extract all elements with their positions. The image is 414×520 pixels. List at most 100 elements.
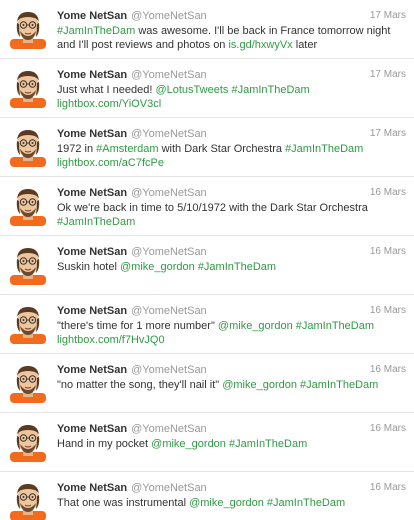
- tweet-header: Yome NetSan @YomeNetSan 16 Mars: [57, 304, 406, 318]
- tweet-text: #JamInTheDam was awesome. I'll be back i…: [57, 24, 406, 52]
- mii-avatar-icon: [10, 366, 46, 403]
- author-name[interactable]: Yome NetSan: [57, 187, 127, 199]
- url-link[interactable]: lightbox.com/YiOV3cl: [57, 98, 161, 110]
- tweet-item[interactable]: Yome NetSan @YomeNetSan 17 Mars Just what I…: [0, 58, 414, 116]
- author-handle[interactable]: @YomeNetSan: [131, 423, 207, 435]
- tweet-item[interactable]: Yome NetSan @YomeNetSan 16 Mars That one wa…: [0, 471, 414, 520]
- tweet-item[interactable]: Yome NetSan @YomeNetSan 16 Mars "no matter …: [0, 353, 414, 411]
- author-name[interactable]: Yome NetSan: [57, 10, 127, 22]
- author-name[interactable]: Yome NetSan: [57, 305, 127, 317]
- hashtag-link[interactable]: #JamInTheDam: [296, 320, 374, 332]
- hashtag-link[interactable]: #JamInTheDam: [229, 438, 307, 450]
- tweet-header: Yome NetSan @YomeNetSan 17 Mars: [57, 68, 406, 82]
- tweet-text: Hand in my pocket @mike_gordon #JamInThe…: [57, 437, 406, 451]
- tweet-header: Yome NetSan @YomeNetSan 16 Mars: [57, 186, 406, 200]
- mii-avatar-icon: [10, 189, 46, 226]
- avatar[interactable]: [10, 68, 46, 108]
- author-handle[interactable]: @YomeNetSan: [131, 482, 207, 494]
- author-name[interactable]: Yome NetSan: [57, 69, 127, 81]
- hashtag-link[interactable]: #JamInTheDam: [231, 84, 309, 96]
- tweet-text-segment: with Dark Star Orchestra: [158, 143, 286, 155]
- tweet-text: Just what I needed! @LotusTweets #JamInT…: [57, 83, 406, 111]
- tweet-item[interactable]: Yome NetSan @YomeNetSan 16 Mars "there's ti…: [0, 294, 414, 352]
- tweet-text-segment: "there's time for 1 more number": [57, 320, 218, 332]
- tweet-item[interactable]: Yome NetSan @YomeNetSan 17 Mars 1972 in #Am…: [0, 117, 414, 175]
- tweet-text: "no matter the song, they'll nail it" @m…: [57, 378, 406, 392]
- mii-avatar-icon: [10, 484, 46, 520]
- author-handle[interactable]: @YomeNetSan: [131, 10, 207, 22]
- author-name[interactable]: Yome NetSan: [57, 246, 127, 258]
- url-link[interactable]: lightbox.com/f7HvJQ0: [57, 334, 165, 346]
- author-name[interactable]: Yome NetSan: [57, 482, 127, 494]
- hashtag-link[interactable]: #JamInTheDam: [57, 216, 135, 228]
- mii-avatar-icon: [10, 12, 46, 49]
- mention-link[interactable]: @mike_gordon: [151, 438, 226, 450]
- avatar[interactable]: [10, 363, 46, 403]
- tweet-text: Ok we're back in time to 5/10/1972 with …: [57, 201, 406, 229]
- author-handle[interactable]: @YomeNetSan: [131, 69, 207, 81]
- avatar[interactable]: [10, 481, 46, 520]
- avatar[interactable]: [10, 9, 46, 49]
- mii-avatar-icon: [10, 71, 46, 108]
- tweet-text-segment: 1972 in: [57, 143, 97, 155]
- mii-avatar-icon: [10, 307, 46, 344]
- tweet-date[interactable]: 17 Mars: [370, 127, 406, 141]
- tweet-date[interactable]: 17 Mars: [370, 9, 406, 23]
- tweet-header: Yome NetSan @YomeNetSan 17 Mars: [57, 9, 406, 23]
- tweet-text-segment: Just what I needed!: [57, 84, 156, 96]
- mii-avatar-icon: [10, 248, 46, 285]
- avatar[interactable]: [10, 422, 46, 462]
- mention-link[interactable]: @mike_gordon: [120, 261, 195, 273]
- tweet-date[interactable]: 16 Mars: [370, 245, 406, 259]
- hashtag-link[interactable]: #JamInTheDam: [267, 497, 345, 509]
- author-handle[interactable]: @YomeNetSan: [131, 246, 207, 258]
- tweet-date[interactable]: 16 Mars: [370, 304, 406, 318]
- author-name[interactable]: Yome NetSan: [57, 128, 127, 140]
- tweet-text: That one was instrumental @mike_gordon #…: [57, 496, 406, 510]
- mii-avatar-icon: [10, 130, 46, 167]
- hashtag-link[interactable]: #JamInTheDam: [198, 261, 276, 273]
- avatar[interactable]: [10, 186, 46, 226]
- hashtag-link[interactable]: #JamInTheDam: [57, 25, 135, 37]
- url-link[interactable]: is.gd/hxwyVx: [228, 39, 292, 51]
- author-handle[interactable]: @YomeNetSan: [131, 187, 207, 199]
- tweet-header: Yome NetSan @YomeNetSan 16 Mars: [57, 422, 406, 436]
- tweet-date[interactable]: 16 Mars: [370, 481, 406, 495]
- tweet-item[interactable]: Yome NetSan @YomeNetSan 16 Mars Ok we're ba…: [0, 176, 414, 234]
- hashtag-link[interactable]: #JamInTheDam: [300, 379, 378, 391]
- hashtag-link[interactable]: #JamInTheDam: [285, 143, 363, 155]
- tweet-text: "there's time for 1 more number" @mike_g…: [57, 319, 406, 347]
- tweet-text-segment: Suskin hotel: [57, 261, 120, 273]
- tweet-header: Yome NetSan @YomeNetSan 16 Mars: [57, 245, 406, 259]
- hashtag-link[interactable]: #Amsterdam: [96, 143, 158, 155]
- tweet-item[interactable]: Yome NetSan @YomeNetSan 16 Mars Suskin hote…: [0, 235, 414, 293]
- tweet-text: Suskin hotel @mike_gordon #JamInTheDam: [57, 260, 406, 274]
- author-handle[interactable]: @YomeNetSan: [131, 128, 207, 140]
- avatar[interactable]: [10, 245, 46, 285]
- mention-link[interactable]: @mike_gordon: [222, 379, 297, 391]
- avatar[interactable]: [10, 304, 46, 344]
- tweet-text-segment: "no matter the song, they'll nail it": [57, 379, 223, 391]
- tweet-date[interactable]: 16 Mars: [370, 422, 406, 436]
- tweet-item[interactable]: Yome NetSan @YomeNetSan 17 Mars #JamInTheDa…: [0, 0, 414, 58]
- tweet-header: Yome NetSan @YomeNetSan 16 Mars: [57, 363, 406, 377]
- tweet-header: Yome NetSan @YomeNetSan 16 Mars: [57, 481, 406, 495]
- author-handle[interactable]: @YomeNetSan: [131, 364, 207, 376]
- avatar[interactable]: [10, 127, 46, 167]
- tweet-text-segment: That one was instrumental: [57, 497, 190, 509]
- tweet-timeline: Yome NetSan @YomeNetSan 17 Mars #JamInTheDa…: [0, 0, 414, 520]
- mention-link[interactable]: @mike_gordon: [218, 320, 293, 332]
- tweet-date[interactable]: 17 Mars: [370, 68, 406, 82]
- tweet-date[interactable]: 16 Mars: [370, 363, 406, 377]
- tweet-text-segment: Hand in my pocket: [57, 438, 152, 450]
- tweet-text-segment: later: [292, 39, 318, 51]
- author-name[interactable]: Yome NetSan: [57, 364, 127, 376]
- tweet-text-segment: Ok we're back in time to 5/10/1972 with …: [57, 202, 368, 214]
- tweet-item[interactable]: Yome NetSan @YomeNetSan 16 Mars Hand in my …: [0, 412, 414, 470]
- author-handle[interactable]: @YomeNetSan: [131, 305, 207, 317]
- mention-link[interactable]: @mike_gordon: [189, 497, 264, 509]
- mention-link[interactable]: @LotusTweets: [155, 84, 228, 96]
- author-name[interactable]: Yome NetSan: [57, 423, 127, 435]
- url-link[interactable]: lightbox.com/aC7fcPe: [57, 157, 164, 169]
- tweet-date[interactable]: 16 Mars: [370, 186, 406, 200]
